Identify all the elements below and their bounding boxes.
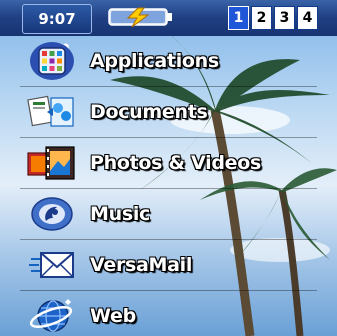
page-2-button[interactable]: 2	[251, 6, 272, 30]
web-icon	[20, 291, 84, 336]
page-3-button[interactable]: 3	[274, 6, 295, 30]
status-bar: 9:07 am 1 2 3 4	[0, 0, 337, 56]
clock[interactable]: 9:07 am	[22, 4, 92, 56]
menu-item-music[interactable]: Music	[20, 189, 317, 240]
menu-item-label: Music	[90, 203, 151, 225]
page-selector: 1 2 3 4	[228, 6, 320, 30]
menu-item-applications[interactable]: Applications	[20, 36, 317, 87]
battery-charging-icon[interactable]	[108, 6, 174, 28]
applications-icon	[20, 36, 84, 86]
menu-item-label: Applications	[90, 50, 219, 72]
versamail-icon	[20, 240, 84, 290]
menu-item-label: Web	[90, 305, 136, 327]
menu-item-versamail[interactable]: VersaMail	[20, 240, 317, 291]
documents-icon	[20, 87, 84, 137]
menu-item-label: Photos & Videos	[90, 152, 261, 174]
page-1-button[interactable]: 1	[228, 6, 249, 30]
page-4-button[interactable]: 4	[297, 6, 318, 30]
music-icon	[20, 189, 84, 239]
menu-item-web[interactable]: Web	[20, 291, 317, 336]
photos-videos-icon	[20, 138, 84, 188]
menu-item-photos-videos[interactable]: Photos & Videos	[20, 138, 317, 189]
menu-item-documents[interactable]: Documents	[20, 87, 317, 138]
menu-item-label: Documents	[90, 101, 208, 123]
screen: 9:07 am 1 2 3 4	[0, 0, 337, 336]
menu-item-label: VersaMail	[90, 254, 193, 276]
launcher-menu: Applications Documents Photos & Videos M…	[20, 36, 317, 336]
